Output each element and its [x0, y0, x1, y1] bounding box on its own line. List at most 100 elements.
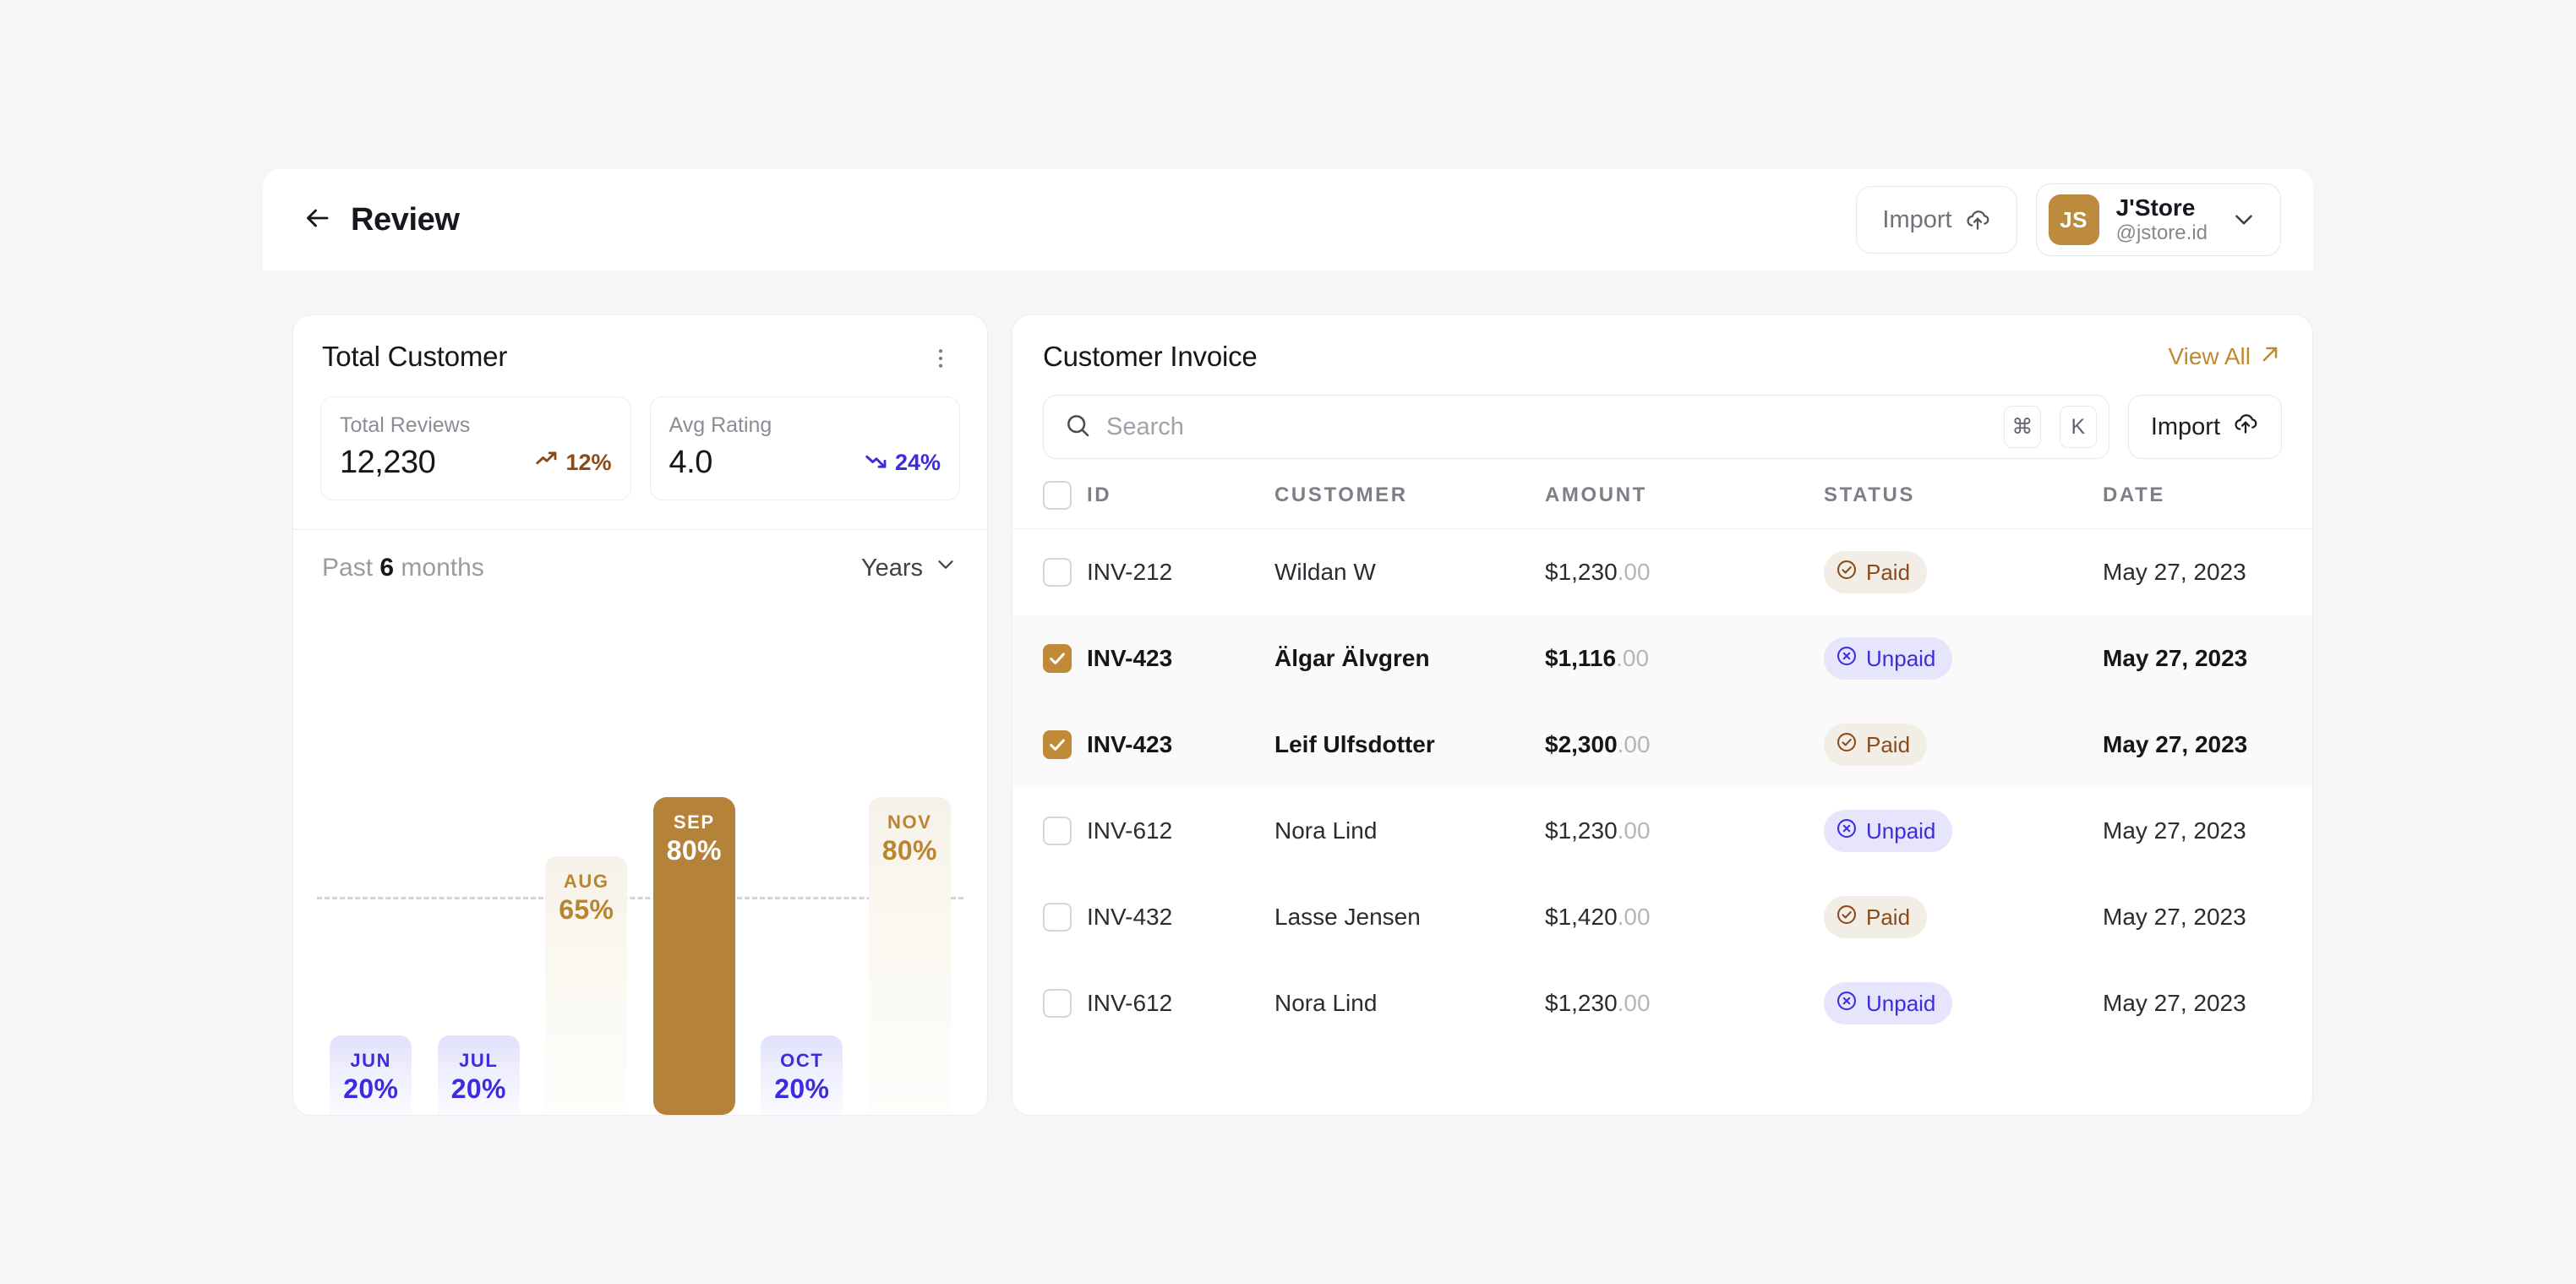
stat-avg-rating: Avg Rating 4.0 24%	[649, 396, 960, 500]
chart-period-suffix: months	[401, 554, 484, 582]
header-import-button[interactable]: Import	[1856, 186, 2017, 254]
select-all-checkbox[interactable]	[1043, 481, 1072, 510]
cell-status: Paid	[1824, 702, 2103, 788]
invoice-toolbar: ⌘ K Import	[1012, 373, 2312, 459]
cell-id: INV-423	[1087, 731, 1173, 757]
table-body: INV-212 Wildan W $1,230.00 Paid May 27, 2023…	[1012, 529, 2312, 1047]
table-row[interactable]: INV-612 Nora Lind $1,230.00 Unpaid May 27, 2…	[1012, 960, 2312, 1046]
cell-amount: $1,116.00	[1545, 645, 1650, 671]
bar-sep[interactable]: SEP 80%	[652, 797, 735, 1115]
cell-amount: $1,420.00	[1545, 904, 1651, 930]
cell-customer: Nora Lind	[1274, 817, 1378, 844]
table-row[interactable]: INV-212 Wildan W $1,230.00 Paid May 27, 2023	[1012, 529, 2312, 616]
bar-month-label: OCT	[780, 1050, 824, 1071]
check-circle-icon	[1836, 731, 1858, 759]
bar-jul[interactable]: JUL 20%	[437, 1035, 520, 1115]
shortcut-key-k: K	[2059, 406, 2097, 448]
check-circle-icon	[1836, 904, 1858, 932]
row-select-cell	[1012, 615, 1087, 702]
cell-amount-cents: .00	[1617, 990, 1651, 1016]
chart-gridline	[317, 897, 963, 899]
check-circle-icon	[1836, 559, 1858, 587]
cell-customer: Nora Lind	[1274, 990, 1378, 1016]
search-box[interactable]: ⌘ K	[1043, 395, 2109, 459]
kebab-menu-icon[interactable]	[923, 341, 958, 376]
column-header-id[interactable]: ID	[1087, 481, 1274, 529]
table-row[interactable]: INV-612 Nora Lind $1,230.00 Unpaid May 27, 2…	[1012, 788, 2312, 874]
bar-jun[interactable]: JUN 20%	[330, 1035, 412, 1115]
bar-oct[interactable]: OCT 20%	[761, 1035, 843, 1115]
row-checkbox[interactable]	[1043, 903, 1072, 932]
total-customer-card: Total Customer Total Reviews 12,230 12%	[292, 314, 988, 1116]
status-badge: Unpaid	[1824, 637, 1953, 680]
status-badge: Unpaid	[1824, 810, 1953, 852]
bar-month-label: NOV	[887, 811, 932, 833]
invoice-title: Customer Invoice	[1043, 341, 1258, 372]
row-checkbox[interactable]	[1043, 989, 1072, 1018]
cell-amount-cents: .00	[1616, 645, 1650, 671]
chart-period-label: Past 6 months	[322, 554, 484, 582]
back-button[interactable]	[300, 203, 334, 237]
cell-customer: Wildan W	[1274, 559, 1376, 585]
chart-period-prefix: Past	[322, 554, 374, 582]
chart-range-selector[interactable]: Years	[861, 552, 958, 584]
bar-chart: JUN 20% JUL 20% AUG 65% SEP 80% OCT 20% NOV 80%	[317, 599, 963, 1115]
cell-customer: Älgar Älvgren	[1274, 645, 1430, 671]
column-header-status[interactable]: STATUS	[1824, 481, 2103, 529]
row-checkbox[interactable]	[1043, 558, 1072, 587]
stat-value: 4.0	[669, 445, 713, 480]
table-row[interactable]: INV-423 Älgar Älvgren $1,116.00 Unpaid May 2…	[1012, 615, 2312, 702]
cell-amount-cents: .00	[1617, 817, 1651, 844]
cell-amount-cents: .00	[1617, 731, 1651, 757]
row-checkbox[interactable]	[1043, 730, 1072, 759]
column-header-amount[interactable]: AMOUNT	[1545, 481, 1824, 529]
main-content: Total Customer Total Reviews 12,230 12%	[263, 270, 2313, 1116]
header-right: Import JS J'Store @jstore.id	[1856, 183, 2281, 256]
app-root: Review Import JS J'Store @jstore.id Tota…	[0, 0, 2576, 1284]
bar-aug[interactable]: AUG 65%	[545, 856, 628, 1115]
chart-header: Past 6 months Years	[293, 530, 987, 584]
invoice-header: Customer Invoice View All	[1012, 315, 2312, 373]
column-header-date[interactable]: DATE	[2103, 481, 2312, 529]
bar-value-label: 80%	[881, 834, 937, 866]
bar-month-label: SEP	[673, 811, 715, 833]
bar-month-label: JUN	[350, 1050, 392, 1071]
table-row[interactable]: INV-432 Lasse Jensen $1,420.00 Paid May 27, …	[1012, 874, 2312, 960]
stat-label: Total Reviews	[340, 413, 471, 437]
search-input[interactable]	[1106, 413, 1985, 441]
bar-value-label: 80%	[666, 834, 722, 866]
view-all-link[interactable]: View All	[2168, 342, 2282, 372]
avatar: JS	[2048, 194, 2099, 245]
row-select-cell	[1012, 702, 1087, 788]
stat-total-reviews: Total Reviews 12,230 12%	[320, 396, 631, 500]
trending-down-icon	[864, 447, 889, 478]
row-checkbox[interactable]	[1043, 644, 1072, 673]
table-row[interactable]: INV-423 Leif Ulfsdotter $2,300.00 Paid May 2…	[1012, 702, 2312, 788]
cell-id: INV-612	[1087, 990, 1173, 1016]
row-checkbox[interactable]	[1043, 817, 1072, 845]
profile-handle: @jstore.id	[2115, 221, 2208, 245]
cell-date: May 27, 2023	[2103, 817, 2246, 844]
column-header-customer[interactable]: CUSTOMER	[1274, 481, 1545, 529]
stat-delta-down: 24%	[864, 447, 941, 478]
x-circle-icon	[1836, 990, 1858, 1018]
bar-slot: SEP 80%	[641, 599, 749, 1115]
bar-value-label: 20%	[343, 1073, 399, 1104]
cell-date: May 27, 2023	[2103, 731, 2248, 757]
cell-date: May 27, 2023	[2103, 559, 2246, 585]
arrow-up-right-icon	[2258, 342, 2282, 372]
total-customer-header: Total Customer	[293, 315, 987, 376]
stat-row: 12,230 12%	[340, 445, 612, 481]
invoice-import-button[interactable]: Import	[2127, 395, 2282, 459]
cell-amount-cents: .00	[1617, 904, 1651, 930]
page-title: Review	[351, 201, 460, 238]
table-header-row: ID CUSTOMER AMOUNT STATUS DATE	[1012, 481, 2312, 529]
chart-section: Past 6 months Years JUN 20% JUL 20% AUG 65% SE…	[293, 529, 987, 1115]
profile-menu[interactable]: JS J'Store @jstore.id	[2035, 183, 2281, 256]
status-badge: Paid	[1824, 551, 1928, 593]
bar-slot: JUN 20%	[317, 599, 425, 1115]
bar-nov[interactable]: NOV 80%	[868, 797, 951, 1115]
page-header: Review Import JS J'Store @jstore.id	[263, 169, 2313, 270]
cell-date: May 27, 2023	[2103, 904, 2246, 930]
row-select-cell	[1012, 960, 1087, 1046]
